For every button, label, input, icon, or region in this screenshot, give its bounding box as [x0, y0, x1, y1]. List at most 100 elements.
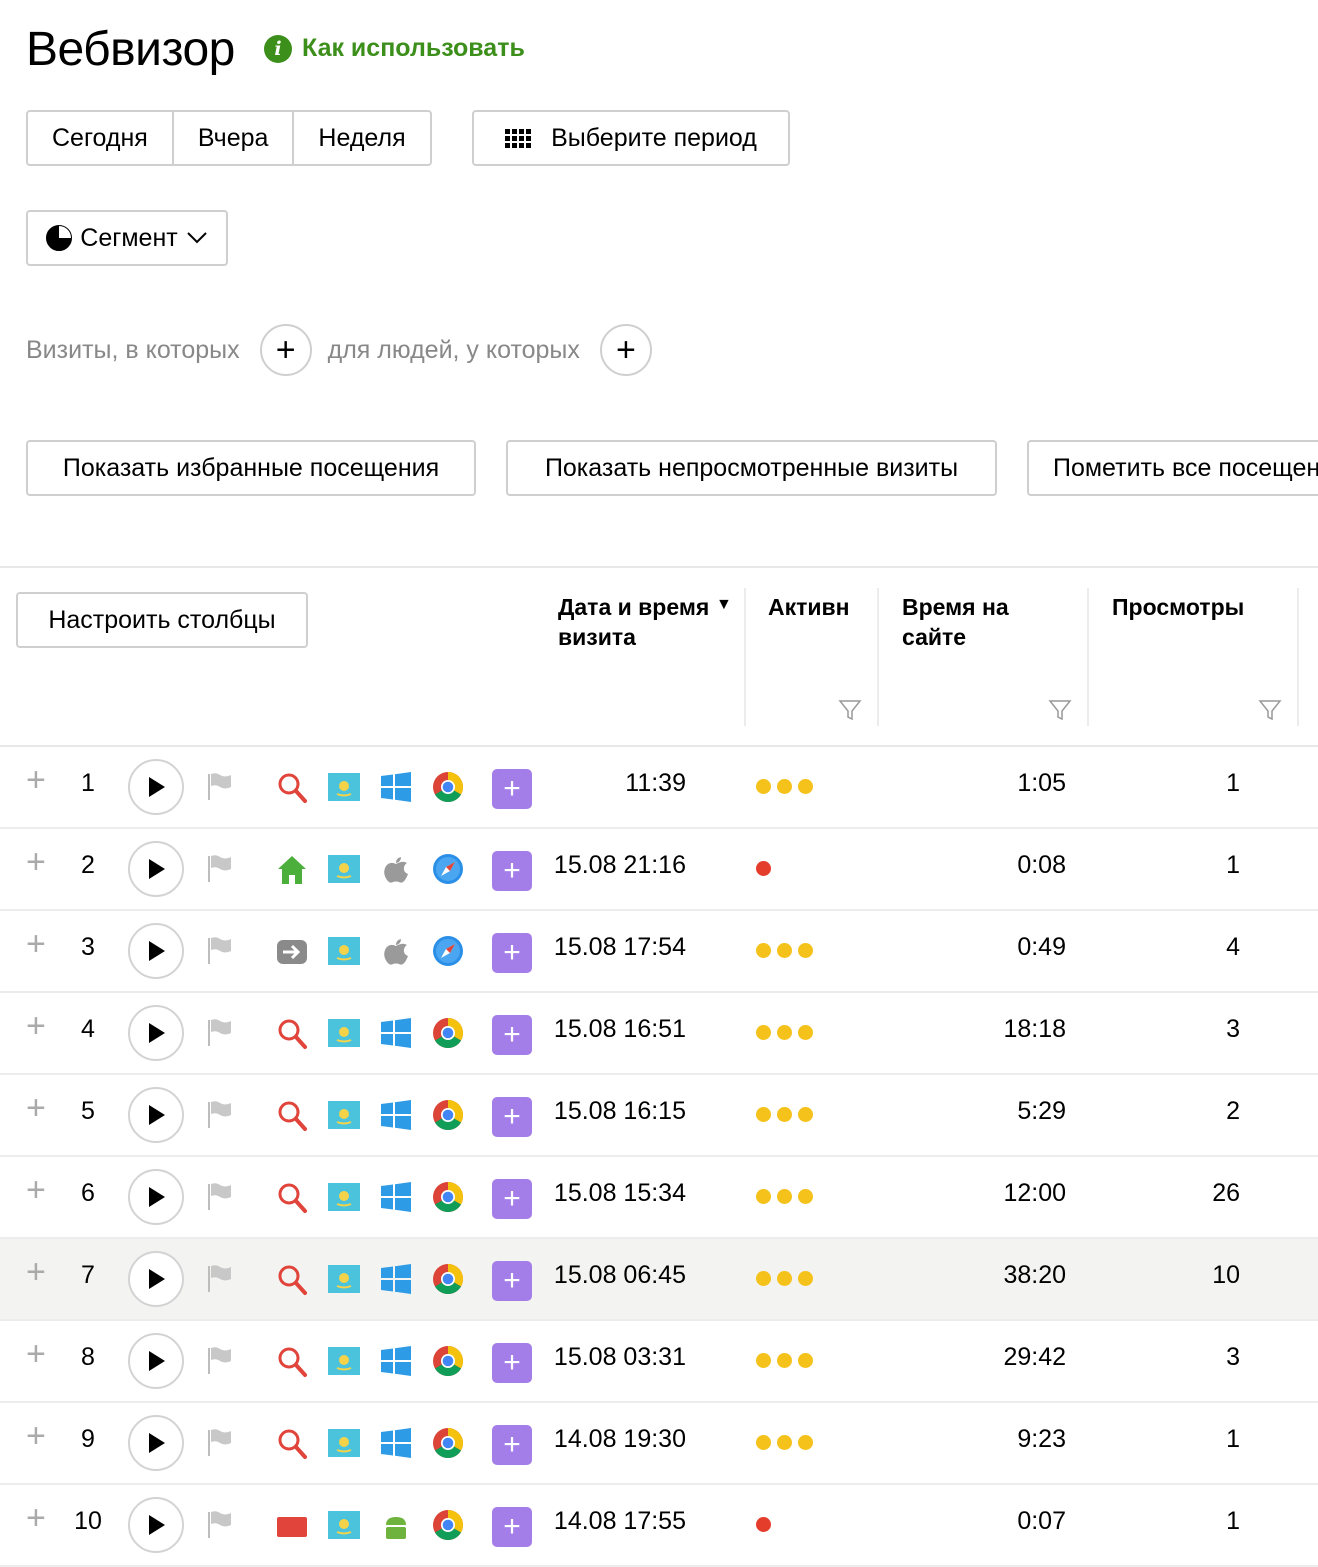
- flag-icon[interactable]: [206, 1263, 234, 1298]
- time-on-site: 18:18: [1003, 1015, 1066, 1043]
- activity-dot: [756, 779, 771, 794]
- add-visit-filter-button[interactable]: +: [259, 324, 312, 376]
- expand-row-icon[interactable]: +: [26, 1089, 46, 1128]
- table-row[interactable]: +8 +15.08 03:31 29:42 3: [0, 1321, 1318, 1403]
- add-people-filter-button[interactable]: +: [599, 324, 652, 376]
- table-row[interactable]: +4 +15.08 16:51 18:18 3: [0, 993, 1318, 1075]
- period-yesterday-button[interactable]: Вчера: [174, 112, 295, 164]
- more-params-button[interactable]: +: [492, 851, 532, 891]
- expand-row-icon[interactable]: +: [26, 1007, 46, 1046]
- expand-row-icon[interactable]: +: [26, 1417, 46, 1456]
- table-row[interactable]: +10 +14.08 17:55 0:07 1: [0, 1485, 1318, 1567]
- flag-icon[interactable]: [206, 1345, 234, 1380]
- expand-row-icon[interactable]: +: [26, 925, 46, 964]
- flag-icon[interactable]: [206, 1017, 234, 1052]
- segment-button[interactable]: Сегмент: [26, 210, 228, 266]
- row-number: 2: [81, 851, 95, 879]
- expand-row-icon[interactable]: +: [26, 1335, 46, 1374]
- visit-datetime: 15.08 03:31: [553, 1343, 686, 1371]
- expand-row-icon[interactable]: +: [26, 761, 46, 800]
- column-header-time-on-site[interactable]: Время на сайте: [902, 592, 1062, 652]
- calendar-grid-icon: [505, 128, 532, 148]
- play-button[interactable]: [128, 1005, 184, 1061]
- link-icon: [276, 935, 308, 969]
- column-separator: [1087, 588, 1089, 726]
- chrome-icon: [432, 1181, 464, 1213]
- sort-desc-icon[interactable]: ▼: [716, 596, 732, 614]
- activity-indicator: [756, 1025, 813, 1040]
- activity-indicator: [756, 1435, 813, 1450]
- page-views: 1: [1226, 769, 1240, 797]
- play-button[interactable]: [128, 841, 184, 897]
- period-today-button[interactable]: Сегодня: [28, 112, 174, 164]
- table-row[interactable]: +3 +15.08 17:54 0:49 4: [0, 911, 1318, 993]
- play-button[interactable]: [128, 759, 184, 815]
- play-button[interactable]: [128, 1087, 184, 1143]
- chrome-icon: [432, 1509, 464, 1541]
- more-params-button[interactable]: +: [492, 933, 532, 973]
- more-params-button[interactable]: +: [492, 1507, 532, 1547]
- table-row[interactable]: +9 +14.08 19:30 9:23 1: [0, 1403, 1318, 1485]
- windows-icon: [380, 1263, 412, 1295]
- mark-all-button[interactable]: Пометить все посещения: [1027, 440, 1318, 496]
- period-selector: Сегодня Вчера Неделя: [26, 110, 432, 166]
- expand-row-icon[interactable]: +: [26, 1499, 46, 1538]
- table-row[interactable]: +5 +15.08 16:15 5:29 2: [0, 1075, 1318, 1157]
- table-row[interactable]: +1 +11:39 1:05 1: [0, 747, 1318, 829]
- play-button[interactable]: [128, 1333, 184, 1389]
- filter-activity-icon[interactable]: [838, 698, 862, 722]
- activity-dot: [777, 1271, 792, 1286]
- activity-dot: [777, 1025, 792, 1040]
- column-header-activity[interactable]: Активность: [768, 592, 850, 622]
- choose-period-button[interactable]: Выберите период: [472, 110, 790, 166]
- region-flag-icon: [328, 855, 360, 883]
- more-params-button[interactable]: +: [492, 1179, 532, 1219]
- play-button[interactable]: [128, 1497, 184, 1553]
- column-header-views[interactable]: Просмотры: [1112, 592, 1272, 622]
- activity-indicator: [756, 1517, 771, 1532]
- activity-indicator: [756, 861, 771, 876]
- flag-icon[interactable]: [206, 853, 234, 888]
- show-unseen-button[interactable]: Показать непросмотренные визиты: [506, 440, 997, 496]
- flag-icon[interactable]: [206, 771, 234, 806]
- flag-icon[interactable]: [206, 935, 234, 970]
- visit-datetime: 14.08 19:30: [553, 1425, 686, 1453]
- region-flag-icon: [328, 1429, 360, 1457]
- expand-row-icon[interactable]: +: [26, 1171, 46, 1210]
- play-button[interactable]: [128, 1251, 184, 1307]
- table-row[interactable]: +2 +15.08 21:16 0:08 1: [0, 829, 1318, 911]
- flag-icon[interactable]: [206, 1099, 234, 1134]
- flag-icon[interactable]: [206, 1509, 234, 1544]
- chrome-icon: [432, 1017, 464, 1049]
- activity-dot: [798, 1189, 813, 1204]
- expand-row-icon[interactable]: +: [26, 1253, 46, 1292]
- more-params-button[interactable]: +: [492, 1015, 532, 1055]
- flag-icon[interactable]: [206, 1181, 234, 1216]
- table-row[interactable]: +6 +15.08 15:34 12:00 26: [0, 1157, 1318, 1239]
- expand-row-icon[interactable]: +: [26, 843, 46, 882]
- help-link[interactable]: i Как использовать: [264, 34, 525, 63]
- more-params-button[interactable]: +: [492, 769, 532, 809]
- apple-icon: [380, 935, 412, 967]
- activity-dot: [798, 1107, 813, 1122]
- apple-icon: [380, 853, 412, 885]
- column-header-date[interactable]: Дата и время визита: [558, 592, 718, 652]
- activity-indicator: [756, 1271, 813, 1286]
- play-button[interactable]: [128, 923, 184, 979]
- configure-columns-button[interactable]: Настроить столбцы: [16, 592, 308, 648]
- flag-icon[interactable]: [206, 1427, 234, 1462]
- play-button[interactable]: [128, 1169, 184, 1225]
- more-params-button[interactable]: +: [492, 1343, 532, 1383]
- filter-time-icon[interactable]: [1048, 698, 1072, 722]
- show-favorites-button[interactable]: Показать избранные посещения: [26, 440, 476, 496]
- more-params-button[interactable]: +: [492, 1261, 532, 1301]
- more-params-button[interactable]: +: [492, 1097, 532, 1137]
- search-icon: [276, 1427, 308, 1461]
- filter-views-icon[interactable]: [1258, 698, 1282, 722]
- period-week-button[interactable]: Неделя: [294, 112, 429, 164]
- more-params-button[interactable]: +: [492, 1425, 532, 1465]
- play-button[interactable]: [128, 1415, 184, 1471]
- table-row[interactable]: +7 +15.08 06:45 38:20 10: [0, 1239, 1318, 1321]
- activity-dot: [777, 943, 792, 958]
- page-title: Вебвизор: [26, 23, 235, 76]
